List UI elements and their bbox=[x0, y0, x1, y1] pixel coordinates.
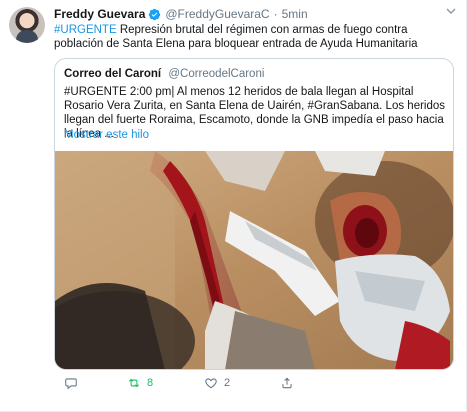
tweet-actions: 8 2 bbox=[54, 375, 454, 393]
tweet-time[interactable]: 5min bbox=[282, 7, 308, 21]
chevron-down-icon[interactable] bbox=[446, 6, 456, 16]
photo-image bbox=[55, 151, 453, 369]
like-count: 2 bbox=[224, 377, 231, 389]
hashtag-link[interactable]: #URGENTE bbox=[54, 24, 117, 36]
quote-author-name[interactable]: Correo del Caroní bbox=[64, 68, 161, 80]
retweet-button[interactable]: 8 bbox=[127, 375, 153, 391]
share-button[interactable] bbox=[280, 375, 294, 391]
retweet-icon bbox=[128, 378, 140, 388]
like-button[interactable]: 2 bbox=[204, 375, 230, 391]
author-handle[interactable]: @FreddyGuevaraC bbox=[165, 7, 269, 21]
tweet-content: Freddy Guevara @FreddyGuevaraC · 5min #U… bbox=[54, 6, 456, 51]
retweet-count: 8 bbox=[147, 377, 154, 389]
tweet[interactable]: Freddy Guevara @FreddyGuevaraC · 5min #U… bbox=[0, 0, 467, 412]
tweet-text: #URGENTE Represión brutal del régimen co… bbox=[54, 23, 454, 51]
quote-header: Correo del Caroní @CorreodelCaroni bbox=[64, 68, 264, 80]
quote-author-handle[interactable]: @CorreodelCaroni bbox=[168, 68, 264, 80]
separator-dot: · bbox=[273, 7, 278, 21]
tweet-header: Freddy Guevara @FreddyGuevaraC · 5min bbox=[54, 6, 456, 22]
quoted-tweet[interactable]: Correo del Caroní @CorreodelCaroni #URGE… bbox=[54, 58, 454, 370]
avatar[interactable] bbox=[9, 7, 45, 43]
reply-icon bbox=[65, 378, 77, 390]
verified-badge-icon bbox=[149, 8, 161, 20]
share-icon bbox=[282, 377, 292, 389]
quote-photo[interactable] bbox=[55, 151, 453, 369]
reply-button[interactable] bbox=[64, 375, 84, 391]
show-thread-link[interactable]: Mostrar este hilo bbox=[64, 129, 149, 141]
like-icon bbox=[205, 378, 217, 389]
author-name[interactable]: Freddy Guevara bbox=[54, 7, 145, 21]
